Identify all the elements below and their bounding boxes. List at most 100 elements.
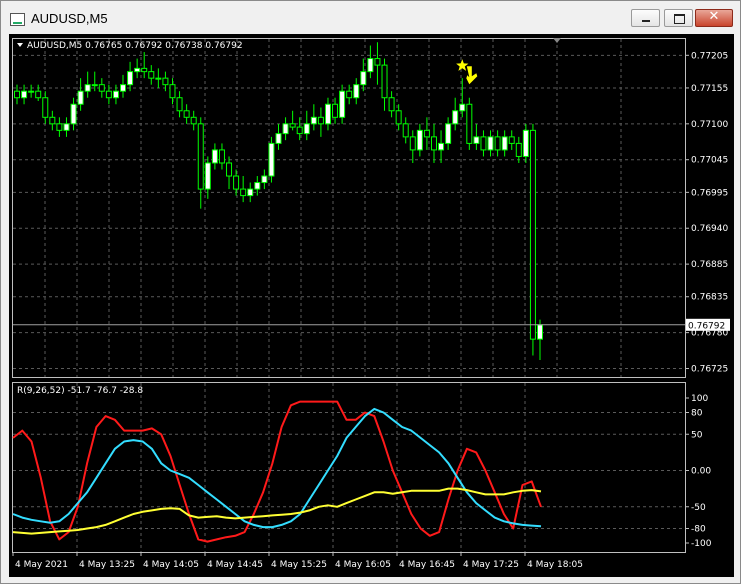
bull-candle xyxy=(501,136,508,151)
bear-candle xyxy=(233,175,240,190)
bull-candle xyxy=(445,123,452,144)
indicator-panel-frame xyxy=(12,382,686,553)
chart-shift-icon[interactable] xyxy=(553,38,561,43)
indicator-axis: 100 80 50 0.00 -50 -80 -100 xyxy=(685,394,712,549)
bear-candle xyxy=(515,142,522,157)
bear-candle xyxy=(317,116,324,125)
indicator-panel-header: R(9,26,52) -51.7 -76.7 -28.8 xyxy=(17,386,143,396)
bear-candle xyxy=(289,123,296,128)
bull-candle xyxy=(324,103,331,125)
bear-candle xyxy=(480,136,487,151)
bear-candle xyxy=(169,84,176,99)
indicator-axis-label: 0.00 xyxy=(691,467,711,477)
bear-candle xyxy=(14,90,20,99)
indicator-axis-label: 50 xyxy=(691,430,703,440)
candlestick-series xyxy=(14,42,543,361)
bear-candle xyxy=(423,129,430,138)
bull-candle xyxy=(473,136,480,144)
price-axis: 0.77205 0.77155 0.77100 0.77045 0.76995 0.769… xyxy=(13,51,730,375)
bull-candle xyxy=(63,123,70,131)
minimize-button[interactable] xyxy=(631,9,660,27)
bear-candle xyxy=(42,97,49,118)
bull-candle xyxy=(155,77,162,80)
bull-candle xyxy=(204,162,211,190)
bull-candle xyxy=(310,116,317,125)
time-axis-label: 4 May 14:05 xyxy=(143,560,199,570)
chart-menu-triangle-icon[interactable] xyxy=(17,43,23,47)
close-button[interactable]: ✕ xyxy=(695,9,733,27)
bear-candle xyxy=(218,149,225,164)
chart-window-icon xyxy=(10,13,25,26)
indicator-axis-label: 80 xyxy=(691,409,703,419)
price-axis-label: 0.76940 xyxy=(691,224,728,234)
indicator-axis-label: -100 xyxy=(691,539,712,549)
indicator-line-red xyxy=(12,400,542,543)
bear-candle xyxy=(388,97,395,112)
price-axis-label: 0.76725 xyxy=(691,365,728,375)
bull-candle xyxy=(353,84,360,99)
time-axis-label: 4 May 17:25 xyxy=(463,560,519,570)
indicator-axis-label: -80 xyxy=(691,525,706,535)
bull-candle xyxy=(339,90,346,118)
bull-candle xyxy=(91,84,98,87)
bear-candle xyxy=(494,136,501,151)
bear-candle xyxy=(226,162,233,177)
bear-candle xyxy=(409,136,416,151)
bear-candle xyxy=(466,103,473,144)
price-axis-label: 0.77155 xyxy=(691,84,728,94)
indicator-line-cyan xyxy=(12,407,542,529)
bull-candle xyxy=(522,129,529,157)
bear-candle xyxy=(430,136,437,151)
time-axis-label: 4 May 16:05 xyxy=(335,560,391,570)
chart-area[interactable]: 0.77205 0.77155 0.77100 0.77045 0.76995 0.769… xyxy=(9,34,734,577)
bull-candle xyxy=(70,103,77,125)
bull-candle xyxy=(21,90,28,99)
bull-candle xyxy=(247,188,254,197)
title-bar[interactable]: AUDUSD,M5 ✕ xyxy=(1,1,740,34)
bear-candle xyxy=(296,126,303,135)
bull-candle xyxy=(303,123,310,135)
time-axis-label: 4 May 18:05 xyxy=(527,560,583,570)
price-panel-header: AUDUSD,M5 0.76765 0.76792 0.76738 0.7679… xyxy=(27,41,243,51)
bear-candle xyxy=(508,136,515,144)
price-axis-label: 0.77205 xyxy=(691,51,728,61)
indicator-axis-label: -50 xyxy=(691,503,706,513)
bear-candle xyxy=(240,188,247,197)
maximize-button[interactable] xyxy=(664,9,693,27)
bull-candle xyxy=(127,71,134,86)
bear-candle xyxy=(141,67,148,73)
bull-candle xyxy=(268,142,275,177)
bull-candle xyxy=(438,142,445,151)
bear-candle xyxy=(162,77,169,86)
bear-candle xyxy=(381,64,388,99)
chart-canvas[interactable]: 0.77205 0.77155 0.77100 0.77045 0.76995 0.769… xyxy=(9,34,734,577)
chart-window: AUDUSD,M5 ✕ 0.77205 0.77155 0.77100 0.77045… xyxy=(0,0,741,584)
bull-candle xyxy=(416,129,423,151)
bull-candle xyxy=(459,103,466,112)
price-axis-label: 0.77045 xyxy=(691,156,728,166)
indicator-lines xyxy=(12,400,542,543)
time-axis-label: 4 May 14:45 xyxy=(207,560,263,570)
bull-candle xyxy=(28,90,35,93)
bull-candle xyxy=(120,84,127,92)
price-axis-label: 0.76885 xyxy=(691,260,728,270)
star-icon xyxy=(456,59,469,71)
bull-candle xyxy=(77,90,84,105)
time-axis-label: 4 May 2021 xyxy=(15,560,68,570)
bear-candle xyxy=(374,58,381,66)
bull-candle xyxy=(537,324,543,340)
bull-candle xyxy=(112,90,119,99)
bear-candle xyxy=(346,90,353,99)
bull-candle xyxy=(275,133,282,144)
bull-candle xyxy=(452,110,459,125)
bear-candle xyxy=(402,123,409,138)
bull-candle xyxy=(282,123,289,135)
time-axis-label: 4 May 15:25 xyxy=(271,560,327,570)
bull-candle xyxy=(134,67,141,73)
close-icon: ✕ xyxy=(708,9,720,24)
bull-candle xyxy=(367,58,374,73)
bear-candle xyxy=(529,129,536,340)
bear-candle xyxy=(35,90,42,99)
bear-candle xyxy=(197,123,204,190)
bear-candle xyxy=(98,84,105,92)
